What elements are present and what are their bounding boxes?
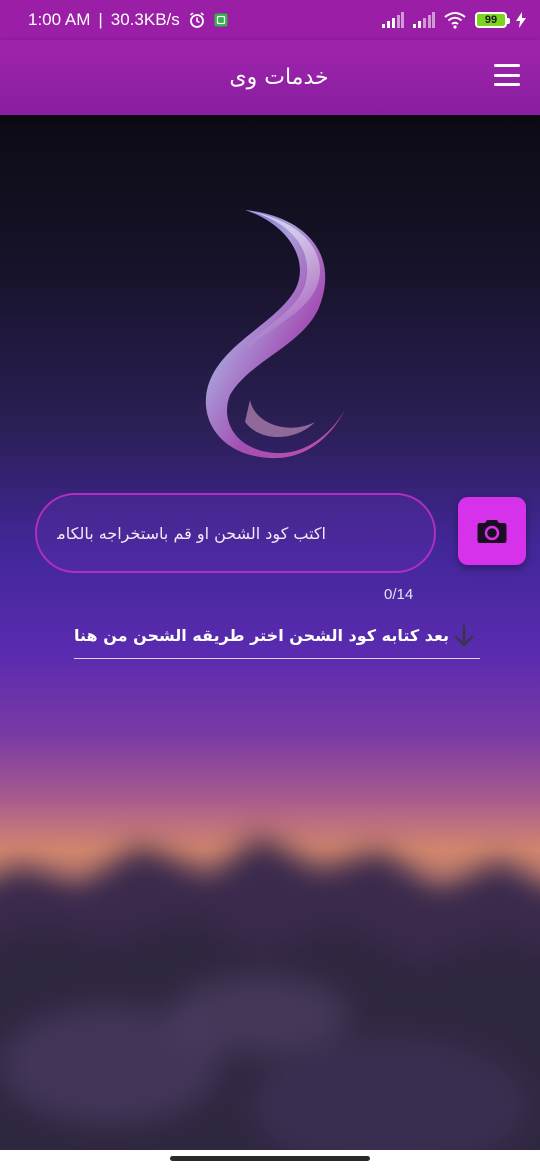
app-bar: خدمات وى (0, 40, 540, 115)
status-bar: 1:00 AM | 30.3KB/s 99 (0, 0, 540, 40)
signal-icon (413, 12, 435, 28)
wifi-icon (444, 11, 466, 29)
arrow-down-icon (454, 624, 474, 646)
we-logo (205, 210, 345, 459)
recharge-code-field[interactable] (35, 493, 436, 573)
network-speed: 30.3KB/s (110, 10, 180, 29)
hamburger-menu-icon[interactable] (494, 64, 520, 86)
menu-line (494, 64, 520, 67)
recharge-method-label: بعد كتابه كود الشحن اختر طريقه الشحن من … (74, 626, 450, 645)
battery-icon: 99 (475, 12, 510, 28)
battery-level: 99 (484, 14, 498, 26)
app-notification-icon (214, 13, 228, 27)
app-title: خدمات وى (229, 65, 329, 90)
status-left: 1:00 AM | 30.3KB/s (28, 10, 228, 30)
camera-button[interactable] (458, 497, 526, 565)
menu-line (494, 73, 520, 77)
mountain-silhouette (0, 835, 540, 1150)
status-time: 1:00 AM (28, 10, 91, 29)
signal-icon (382, 12, 404, 28)
menu-line (494, 83, 520, 86)
status-right: 99 (382, 11, 526, 29)
status-separator: | (98, 10, 103, 29)
alarm-icon (188, 11, 206, 29)
recharge-code-input[interactable] (57, 523, 326, 543)
recharge-method-dropdown[interactable]: بعد كتابه كود الشحن اختر طريقه الشحن من … (74, 617, 480, 659)
character-counter: 0/14 (384, 586, 414, 603)
charging-icon (516, 12, 526, 28)
camera-icon (477, 520, 507, 543)
home-indicator[interactable] (170, 1156, 370, 1161)
